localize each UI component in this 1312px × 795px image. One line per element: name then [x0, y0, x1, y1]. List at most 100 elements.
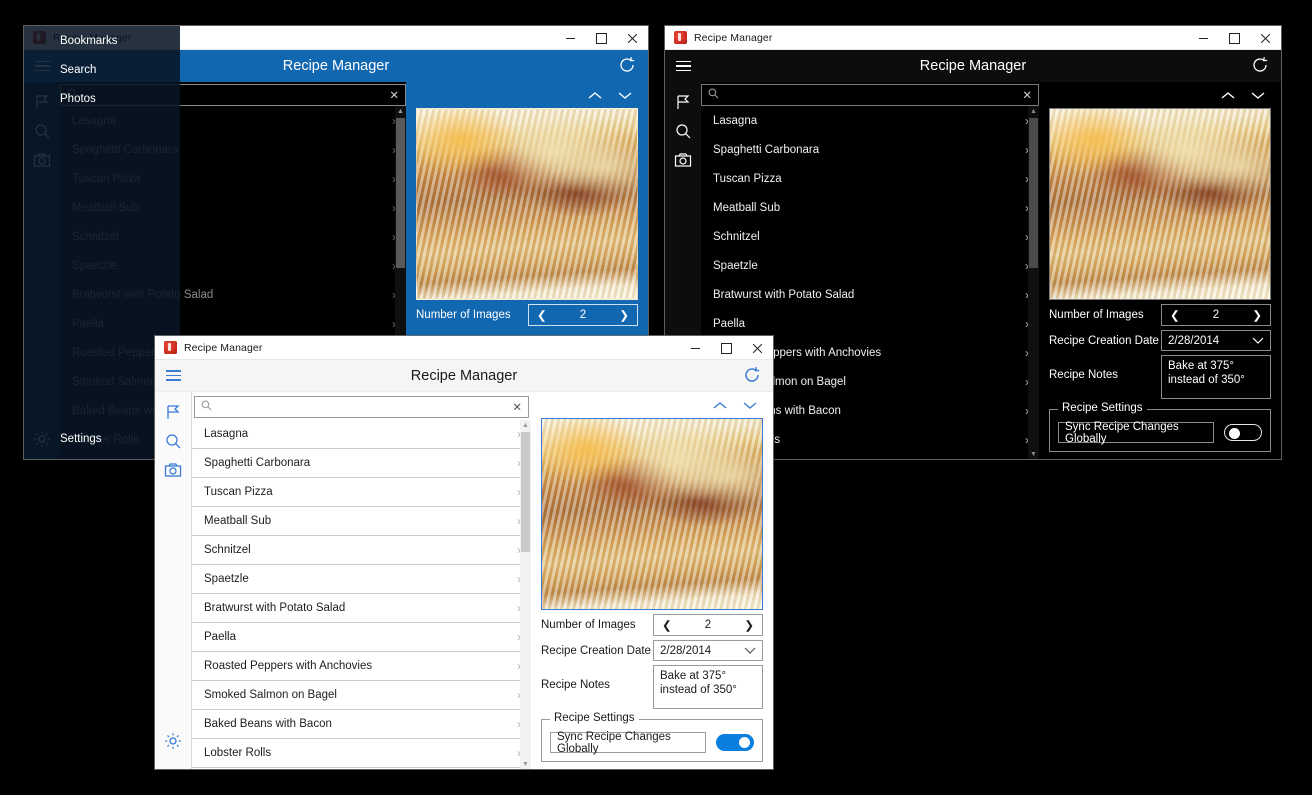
list-scrollbar[interactable]: ▲ ▼	[1028, 106, 1039, 459]
photos-camera-icon[interactable]	[665, 146, 701, 175]
list-item[interactable]: Tuscan Pizza›	[701, 164, 1039, 193]
number-of-images-label: Number of Images	[541, 619, 636, 631]
list-item[interactable]: Tuscan Pizza›	[192, 478, 531, 507]
recipe-notes-textarea[interactable]: Bake at 375° instead of 350°	[1161, 355, 1271, 399]
refresh-icon[interactable]	[616, 54, 640, 78]
list-item[interactable]: Smoked Salmon on Bagel›	[192, 681, 531, 710]
list-item[interactable]: Roasted Peppers with Anchovies›	[192, 652, 531, 681]
recipe-name: Meatball Sub	[713, 201, 781, 214]
chevron-right-icon[interactable]: ❯	[1252, 308, 1262, 322]
photos-camera-icon[interactable]	[155, 456, 191, 485]
titlebar[interactable]: Recipe Manager	[155, 336, 773, 360]
chevron-left-icon[interactable]: ❮	[1170, 308, 1180, 322]
search-input[interactable]: ✕	[194, 396, 529, 418]
hamburger-menu-icon[interactable]	[155, 360, 191, 392]
scroll-up-arrow[interactable]: ▲	[395, 106, 406, 116]
hamburger-menu-icon[interactable]	[665, 50, 701, 82]
list-item[interactable]: Meatball Sub›	[701, 193, 1039, 222]
creation-date-dropdown[interactable]: 2/28/2014	[1161, 330, 1271, 351]
clear-x-icon[interactable]: ✕	[387, 88, 401, 102]
close-button[interactable]	[742, 336, 773, 360]
creation-date-value: 2/28/2014	[660, 644, 712, 657]
bookmarks-flag-icon[interactable]	[665, 88, 701, 117]
maximize-button[interactable]	[586, 26, 617, 50]
scroll-up-arrow[interactable]: ▲	[1028, 106, 1039, 116]
scroll-up-arrow[interactable]: ▲	[520, 420, 531, 430]
list-item[interactable]: Schnitzel›	[192, 536, 531, 565]
close-button[interactable]	[1250, 26, 1281, 50]
titlebar[interactable]: Recipe Manager	[665, 26, 1281, 50]
list-item[interactable]: Paella›	[701, 309, 1039, 338]
sync-toggle[interactable]	[1224, 424, 1262, 441]
list-item[interactable]: Schnitzel›	[701, 222, 1039, 251]
sidebar-item-bookmarks[interactable]: Bookmarks	[24, 26, 180, 55]
clear-x-icon[interactable]: ✕	[510, 400, 524, 414]
refresh-icon[interactable]	[1249, 54, 1273, 78]
list-item[interactable]: Lobster Rolls›	[192, 739, 531, 768]
list-item[interactable]: Spaetzle›	[701, 251, 1039, 280]
sidebar-item-label: Settings	[60, 432, 102, 445]
sidebar-item-search[interactable]: Search	[24, 55, 180, 84]
number-of-images-stepper[interactable]: ❮ 2 ❯	[528, 304, 638, 326]
chevron-down-icon[interactable]	[1251, 91, 1265, 100]
chevron-up-icon[interactable]	[713, 401, 727, 410]
creation-date-dropdown[interactable]: 2/28/2014	[653, 640, 763, 661]
list-item[interactable]: Spaetzle›	[192, 565, 531, 594]
list-item[interactable]: Spaghetti Carbonara›	[192, 449, 531, 478]
list-item[interactable]: Meatball Sub›	[192, 507, 531, 536]
scrollbar-thumb[interactable]	[396, 118, 405, 268]
chevron-right-icon[interactable]: ❯	[744, 618, 754, 632]
list-scrollbar[interactable]: ▲ ▼	[520, 420, 531, 769]
recipe-name: Meatball Sub	[204, 515, 272, 527]
sidebar-item-label: Bookmarks	[60, 34, 118, 47]
scroll-down-arrow[interactable]: ▼	[1028, 449, 1039, 459]
window-controls[interactable]	[555, 26, 648, 49]
recipe-name: Paella	[713, 317, 745, 330]
list-item[interactable]: Baked Beans with Bacon›	[192, 710, 531, 739]
sync-setting-label[interactable]: Sync Recipe Changes Globally	[1058, 421, 1214, 445]
number-of-images-stepper[interactable]: ❮ 2 ❯	[653, 614, 763, 636]
chevron-down-icon[interactable]	[743, 401, 757, 410]
search-magnifier-icon[interactable]	[155, 427, 191, 456]
recipe-notes-textarea[interactable]: Bake at 375° instead of 350°	[653, 665, 763, 709]
chevron-down-icon	[1252, 335, 1264, 347]
search-magnifier-icon[interactable]	[665, 117, 701, 146]
chevron-down-icon[interactable]	[618, 91, 632, 100]
minimize-button[interactable]	[555, 26, 586, 50]
sync-toggle[interactable]	[716, 734, 754, 751]
scrollbar-thumb[interactable]	[521, 432, 530, 552]
recipe-list[interactable]: Lasagna› Spaghetti Carbonara› Tuscan Piz…	[192, 420, 531, 769]
maximize-button[interactable]	[711, 336, 742, 360]
search-input[interactable]: ✕	[701, 84, 1039, 106]
close-button[interactable]	[617, 26, 648, 50]
list-item[interactable]: Lasagna›	[701, 106, 1039, 135]
maximize-button[interactable]	[1219, 26, 1250, 50]
recipe-detail-panel: Number of Images ❮ 2 ❯ Recipe Creation D…	[531, 392, 773, 769]
chevron-left-icon[interactable]: ❮	[662, 618, 672, 632]
refresh-icon[interactable]	[741, 364, 765, 388]
list-item[interactable]: Spaghetti Carbonara›	[701, 135, 1039, 164]
minimize-button[interactable]	[680, 336, 711, 360]
minimize-button[interactable]	[1188, 26, 1219, 50]
clear-x-icon[interactable]: ✕	[1020, 88, 1034, 102]
bookmarks-flag-icon[interactable]	[155, 398, 191, 427]
recipe-name: Roasted Peppers with Anchovies	[204, 660, 373, 672]
list-item[interactable]: Bratwurst with Potato Salad›	[701, 280, 1039, 309]
window-controls[interactable]	[680, 336, 773, 359]
window-controls[interactable]	[1188, 26, 1281, 49]
sidebar-item-photos[interactable]: Photos	[24, 84, 180, 113]
scroll-down-arrow[interactable]: ▼	[520, 759, 531, 769]
scrollbar-thumb[interactable]	[1029, 118, 1038, 268]
recipe-manager-window-light[interactable]: Recipe Manager Recipe Manager ✕ Lasagna …	[155, 336, 773, 769]
list-item[interactable]: Lasagna›	[192, 420, 531, 449]
number-of-images-stepper[interactable]: ❮ 2 ❯	[1161, 304, 1271, 326]
recipe-notes-row: Recipe Notes Bake at 375° instead of 350…	[531, 661, 773, 709]
list-item[interactable]: Paella›	[192, 623, 531, 652]
chevron-left-icon[interactable]: ❮	[537, 308, 547, 322]
sync-setting-label[interactable]: Sync Recipe Changes Globally	[550, 731, 706, 755]
chevron-right-icon[interactable]: ❯	[619, 308, 629, 322]
chevron-up-icon[interactable]	[588, 91, 602, 100]
list-item[interactable]: Bratwurst with Potato Salad›	[192, 594, 531, 623]
settings-gear-icon[interactable]	[155, 726, 191, 755]
chevron-up-icon[interactable]	[1221, 91, 1235, 100]
